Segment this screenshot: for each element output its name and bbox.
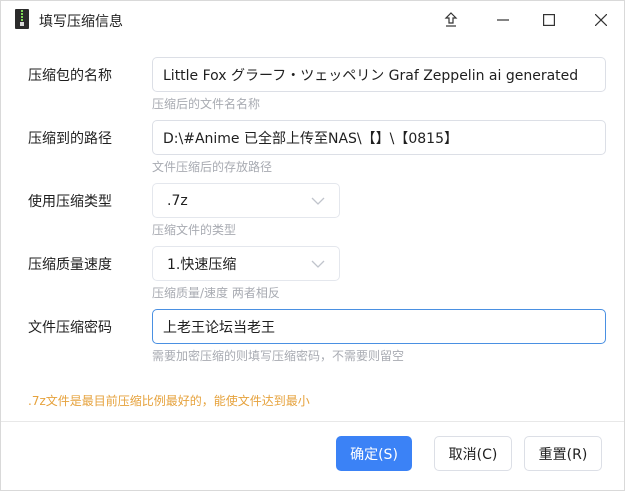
close-icon: [595, 14, 607, 26]
archive-path-input[interactable]: D:\#Anime 已全部上传至NAS\【】\【0815】: [152, 120, 606, 155]
compress-type-hint: 压缩文件的类型: [152, 223, 237, 237]
pin-button[interactable]: [428, 1, 474, 39]
compress-speed-select[interactable]: 1.快速压缩: [152, 246, 340, 281]
compress-type-value: .7z: [167, 192, 188, 209]
title-bar: 填写压缩信息: [1, 1, 624, 39]
compress-type-label: 使用压缩类型: [28, 194, 112, 210]
maximize-button[interactable]: [526, 1, 572, 39]
compress-speed-hint: 压缩质量/速度 两者相反: [152, 286, 280, 300]
archive-path-label: 压缩到的路径: [28, 131, 112, 147]
compress-speed-value: 1.快速压缩: [167, 256, 237, 273]
ok-button[interactable]: 确定(S): [336, 436, 412, 471]
minimize-button[interactable]: [480, 1, 526, 39]
close-button[interactable]: [578, 1, 624, 39]
compression-note: .7z文件是最目前压缩比例最好的，能使文件达到最小: [28, 394, 310, 408]
compress-speed-label: 压缩质量速度: [28, 257, 112, 273]
archive-app-icon: [15, 9, 29, 29]
archive-name-label: 压缩包的名称: [28, 68, 112, 84]
footer-divider: [1, 421, 624, 422]
pin-icon: [444, 12, 458, 28]
chevron-down-icon: [311, 193, 325, 209]
minimize-icon: [497, 19, 509, 21]
archive-name-value: Little Fox グラーフ・ツェッペリン Graf Zeppelin ai …: [163, 67, 579, 84]
window-title: 填写压缩信息: [39, 14, 123, 30]
maximize-icon: [543, 14, 555, 26]
cancel-button[interactable]: 取消(C): [434, 436, 512, 471]
password-hint: 需要加密压缩的则填写压缩密码，不需要则留空: [152, 349, 405, 363]
chevron-down-icon: [311, 256, 325, 272]
compress-type-select[interactable]: .7z: [152, 183, 340, 218]
reset-button[interactable]: 重置(R): [524, 436, 602, 471]
compress-info-dialog: 填写压缩信息 压缩包的名称 Little Fox グラーフ・ツェッペリン Gra…: [0, 0, 625, 491]
password-input[interactable]: 上老王论坛当老王: [152, 309, 606, 344]
archive-name-hint: 压缩后的文件名名称: [152, 97, 261, 111]
archive-path-value: D:\#Anime 已全部上传至NAS\【】\【0815】: [163, 130, 458, 147]
archive-name-input[interactable]: Little Fox グラーフ・ツェッペリン Graf Zeppelin ai …: [152, 57, 606, 92]
archive-path-hint: 文件压缩后的存放路径: [152, 160, 273, 174]
password-value: 上老王论坛当老王: [163, 319, 275, 336]
password-label: 文件压缩密码: [28, 320, 112, 336]
